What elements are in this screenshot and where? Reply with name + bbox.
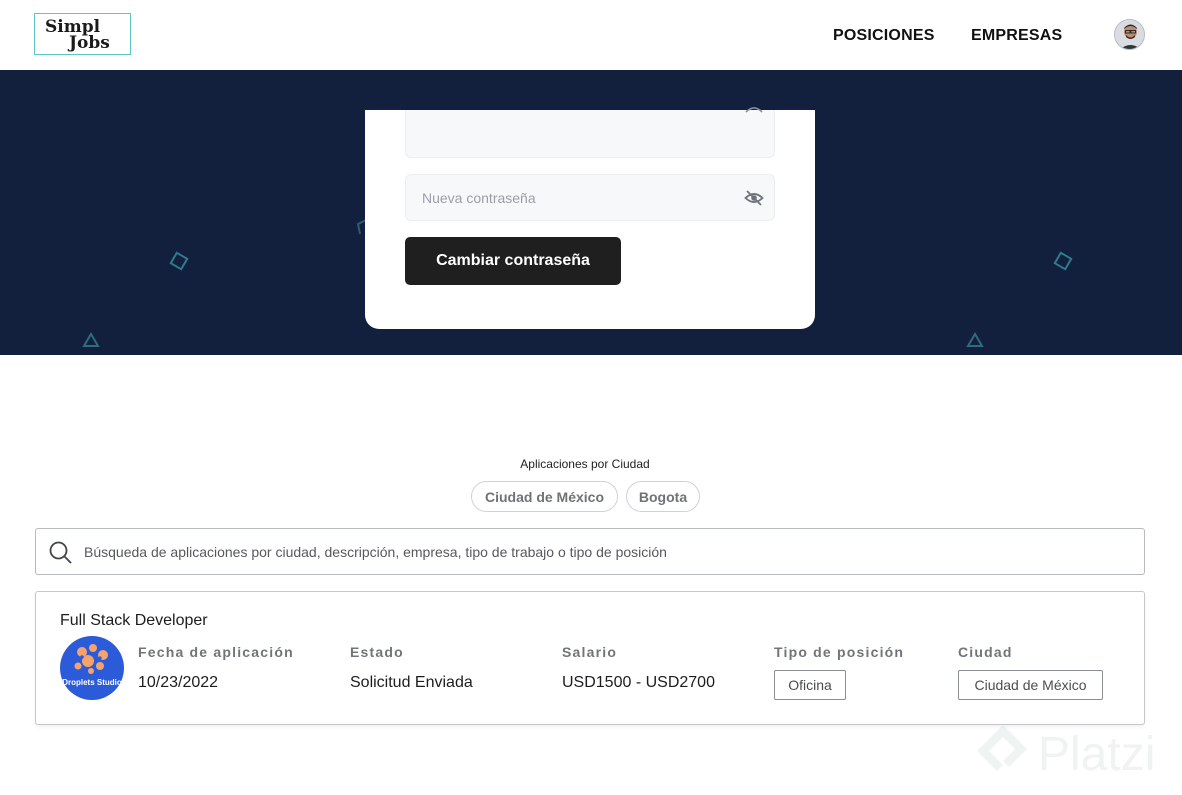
position-type-label: Tipo de posición xyxy=(774,644,905,660)
droplets-logo xyxy=(74,644,108,674)
company-logo-text: Droplets Studio xyxy=(62,678,122,687)
date-label: Fecha de aplicación xyxy=(138,644,294,660)
filter-title: Aplicaciones por Ciudad xyxy=(520,457,650,471)
applications-search-bar[interactable]: Búsqueda de aplicaciones por ciudad, des… xyxy=(35,528,1145,575)
eye-off-icon[interactable] xyxy=(744,189,764,207)
status-label: Estado xyxy=(350,644,404,660)
logo-line2: Jobs xyxy=(69,33,110,53)
new-password-field[interactable]: Nueva contraseña xyxy=(405,174,775,221)
search-icon xyxy=(49,541,72,564)
city-label: Ciudad xyxy=(958,644,1013,660)
platzi-watermark: Platzi xyxy=(975,723,1175,789)
eye-off-icon[interactable] xyxy=(744,104,764,120)
platzi-logo-icon xyxy=(977,725,1027,771)
salary-value: USD1500 - USD2700 xyxy=(562,674,715,691)
watermark-text: Platzi xyxy=(1038,728,1156,781)
hero-banner: Nueva contraseña Cambiar contraseña xyxy=(0,70,1182,355)
salary-label: Salario xyxy=(562,644,618,660)
password-field-current[interactable] xyxy=(405,107,775,158)
application-card[interactable]: Full Stack Developer Droplets Studio Fec… xyxy=(35,591,1145,725)
user-avatar[interactable] xyxy=(1114,19,1145,50)
triangle-decoration xyxy=(966,332,984,347)
position-type-tag: Oficina xyxy=(774,670,846,700)
nav-posiciones-link[interactable]: POSICIONES xyxy=(833,27,935,45)
nav-empresas-link[interactable]: EMPRESAS xyxy=(971,27,1062,45)
simpljobs-logo[interactable]: Simpl Jobs xyxy=(34,13,131,55)
new-password-placeholder: Nueva contraseña xyxy=(422,190,536,206)
application-date: 10/23/2022 xyxy=(138,674,219,691)
search-placeholder: Búsqueda de aplicaciones por ciudad, des… xyxy=(84,544,667,560)
diamond-decoration xyxy=(169,251,189,271)
application-title: Full Stack Developer xyxy=(60,612,208,629)
avatar-image xyxy=(1115,20,1144,49)
city-filter-chip[interactable]: Ciudad de México xyxy=(471,481,618,512)
company-logo: Droplets Studio xyxy=(60,636,124,700)
city-filter-chip[interactable]: Bogota xyxy=(626,481,700,512)
diamond-decoration xyxy=(1053,251,1073,271)
change-password-button[interactable]: Cambiar contraseña xyxy=(405,237,621,285)
city-tag: Ciudad de México xyxy=(958,670,1103,700)
application-status: Solicitud Enviada xyxy=(350,674,473,691)
change-password-card: Nueva contraseña Cambiar contraseña xyxy=(365,107,815,329)
top-navbar: Simpl Jobs POSICIONES EMPRESAS xyxy=(0,0,1182,70)
triangle-decoration xyxy=(82,332,100,347)
